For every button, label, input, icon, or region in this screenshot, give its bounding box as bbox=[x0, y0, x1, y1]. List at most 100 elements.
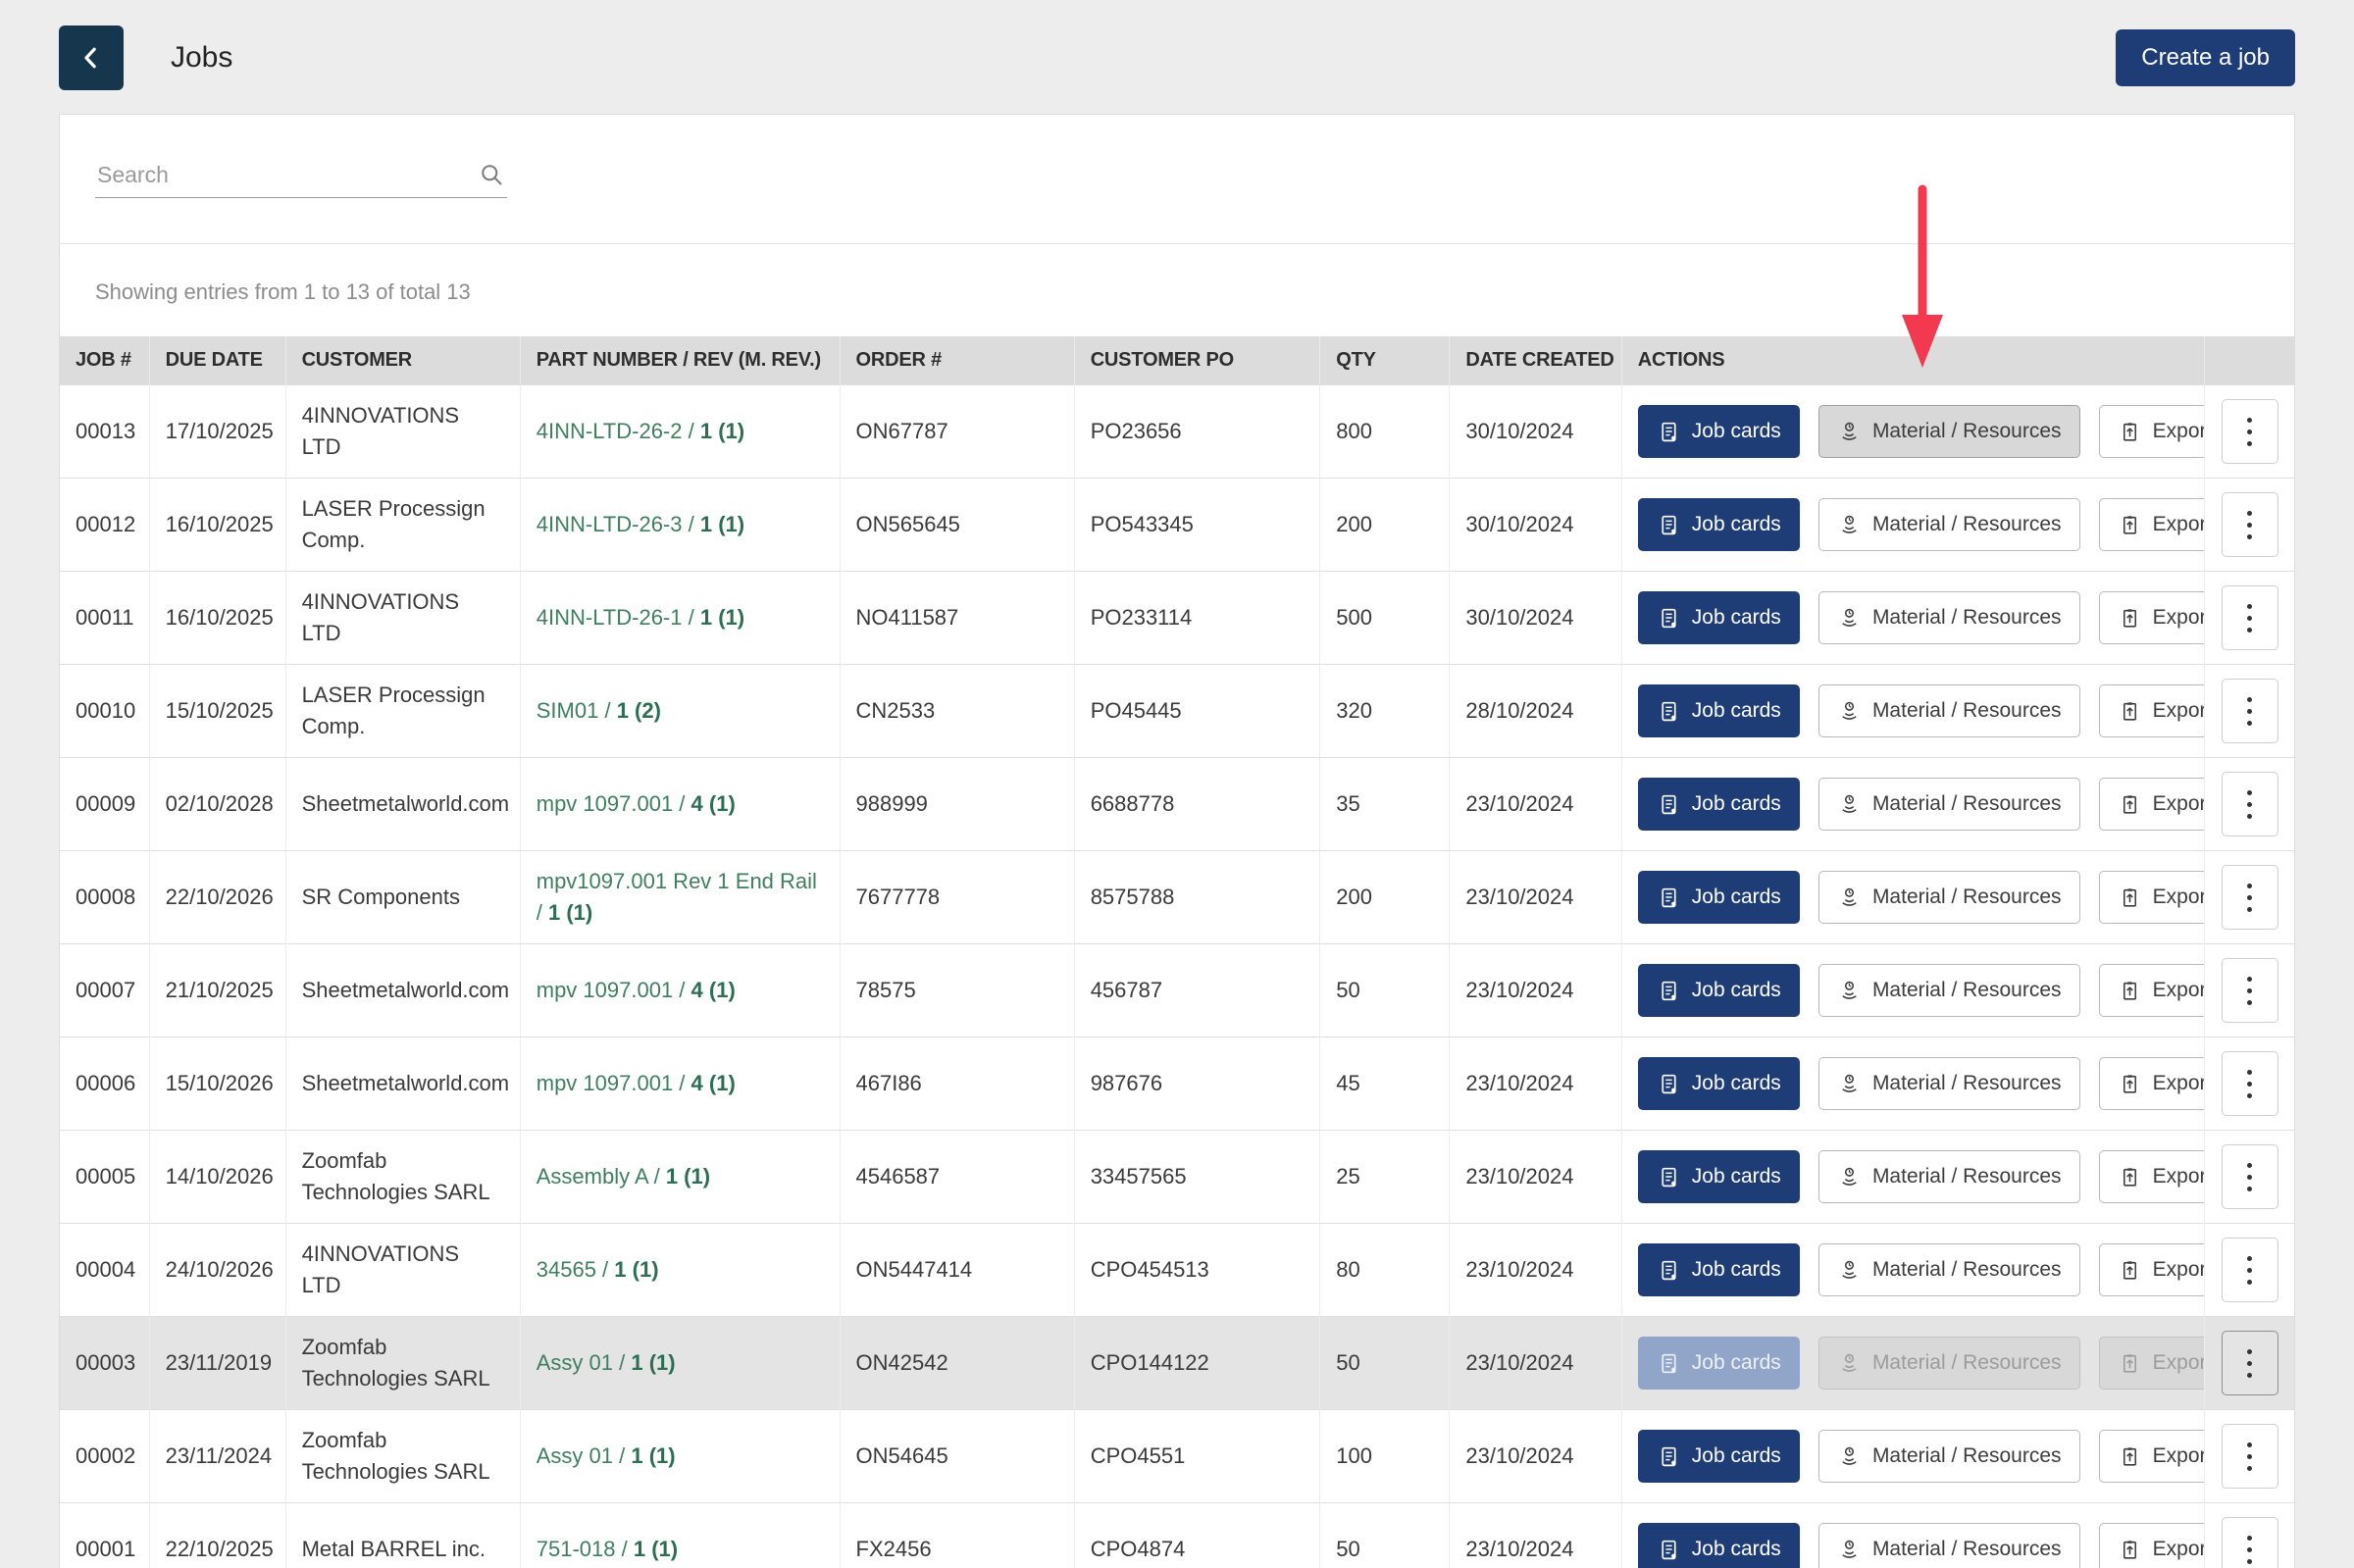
row-menu-button[interactable] bbox=[2222, 679, 2278, 743]
job-number-cell: 00009 bbox=[60, 758, 149, 851]
row-menu-button[interactable] bbox=[2222, 1144, 2278, 1209]
row-menu-button[interactable] bbox=[2222, 958, 2278, 1023]
material-resources-button[interactable]: Material / Resources bbox=[1818, 1243, 2080, 1296]
date-created-cell: 23/10/2024 bbox=[1450, 1503, 1621, 1568]
customer-cell: LASER Processign Comp. bbox=[285, 479, 520, 572]
job-cards-button[interactable]: Job cards bbox=[1638, 1337, 1800, 1390]
vertical-ellipsis-icon bbox=[2247, 884, 2252, 888]
export-part-button[interactable]: Export part bbox=[2099, 1243, 2205, 1296]
row-menu-cell bbox=[2205, 944, 2294, 1037]
due-date-cell: 21/10/2025 bbox=[149, 944, 285, 1037]
part-link[interactable]: 34565 / 1 (1) bbox=[537, 1257, 659, 1282]
row-menu-button[interactable] bbox=[2222, 399, 2278, 464]
job-number-cell: 00013 bbox=[60, 385, 149, 479]
material-resources-button[interactable]: Material / Resources bbox=[1818, 684, 2080, 737]
customer-cell: Zoomfab Technologies SARL bbox=[285, 1317, 520, 1410]
job-cards-button[interactable]: Job cards bbox=[1638, 1430, 1800, 1483]
create-job-button[interactable]: Create a job bbox=[2116, 29, 2295, 86]
order-number-cell: NO411587 bbox=[840, 572, 1074, 665]
job-cards-button[interactable]: Job cards bbox=[1638, 1057, 1800, 1110]
back-button[interactable] bbox=[59, 25, 124, 90]
job-cards-button[interactable]: Job cards bbox=[1638, 498, 1800, 551]
material-resources-button[interactable]: Material / Resources bbox=[1818, 871, 2080, 924]
table-row: 00001 22/10/2025 Metal BARREL inc. 751-0… bbox=[60, 1503, 2294, 1568]
jobs-table: JOB #DUE DATECUSTOMERPART NUMBER / REV (… bbox=[60, 336, 2294, 1568]
search-input[interactable] bbox=[95, 156, 507, 198]
part-link[interactable]: SIM01 / 1 (2) bbox=[537, 698, 661, 723]
export-part-button[interactable]: Export part bbox=[2099, 1337, 2205, 1390]
row-menu-button[interactable] bbox=[2222, 1051, 2278, 1116]
magnifier-icon[interactable] bbox=[478, 161, 505, 188]
customer-po-cell: CPO4551 bbox=[1074, 1410, 1320, 1503]
export-part-button[interactable]: Export part bbox=[2099, 498, 2205, 551]
job-cards-button[interactable]: Job cards bbox=[1638, 1150, 1800, 1203]
material-resources-button[interactable]: Material / Resources bbox=[1818, 1523, 2080, 1568]
part-link[interactable]: 751-018 / 1 (1) bbox=[537, 1537, 678, 1561]
material-resources-button[interactable]: Material / Resources bbox=[1818, 1430, 2080, 1483]
date-created-cell: 23/10/2024 bbox=[1450, 1224, 1621, 1317]
job-card-icon bbox=[1657, 885, 1681, 910]
part-link[interactable]: mpv 1097.001 / 4 (1) bbox=[537, 1071, 736, 1095]
date-created-cell: 23/10/2024 bbox=[1450, 944, 1621, 1037]
part-link[interactable]: mpv 1097.001 / 4 (1) bbox=[537, 791, 736, 816]
export-part-button[interactable]: Export part bbox=[2099, 964, 2205, 1017]
export-part-button[interactable]: Export part bbox=[2099, 591, 2205, 644]
export-part-button[interactable]: Export part bbox=[2099, 871, 2205, 924]
part-link[interactable]: Assembly A / 1 (1) bbox=[537, 1164, 710, 1189]
job-cards-button[interactable]: Job cards bbox=[1638, 871, 1800, 924]
job-cards-button[interactable]: Job cards bbox=[1638, 1243, 1800, 1296]
part-link[interactable]: mpv1097.001 Rev 1 End Rail / 1 (1) bbox=[537, 869, 817, 925]
due-date-cell: 24/10/2026 bbox=[149, 1224, 285, 1317]
part-link[interactable]: Assy 01 / 1 (1) bbox=[537, 1350, 676, 1375]
row-menu-button[interactable] bbox=[2222, 865, 2278, 930]
material-resources-button[interactable]: Material / Resources bbox=[1818, 1057, 2080, 1110]
upload-box-icon bbox=[2118, 979, 2142, 1003]
export-part-button[interactable]: Export part bbox=[2099, 405, 2205, 458]
export-part-button[interactable]: Export part bbox=[2099, 1057, 2205, 1110]
material-resources-button[interactable]: Material / Resources bbox=[1818, 591, 2080, 644]
row-menu-button[interactable] bbox=[2222, 1424, 2278, 1489]
part-link[interactable]: 4INN-LTD-26-1 / 1 (1) bbox=[537, 605, 744, 630]
date-created-cell: 23/10/2024 bbox=[1450, 1037, 1621, 1131]
material-resources-button[interactable]: Material / Resources bbox=[1818, 498, 2080, 551]
material-resources-button[interactable]: Material / Resources bbox=[1818, 964, 2080, 1017]
row-menu-button[interactable] bbox=[2222, 772, 2278, 836]
quantity-cell: 80 bbox=[1320, 1224, 1450, 1317]
job-cards-button[interactable]: Job cards bbox=[1638, 1523, 1800, 1568]
quantity-cell: 50 bbox=[1320, 944, 1450, 1037]
vertical-ellipsis-icon bbox=[2247, 1256, 2252, 1261]
part-link[interactable]: mpv 1097.001 / 4 (1) bbox=[537, 978, 736, 1002]
job-cards-button[interactable]: Job cards bbox=[1638, 405, 1800, 458]
export-part-button[interactable]: Export part bbox=[2099, 684, 2205, 737]
material-resources-button[interactable]: Material / Resources bbox=[1818, 1337, 2080, 1390]
row-menu-cell bbox=[2205, 1037, 2294, 1131]
row-menu-button[interactable] bbox=[2222, 585, 2278, 650]
upload-box-icon bbox=[2118, 1258, 2142, 1283]
due-date-cell: 23/11/2019 bbox=[149, 1317, 285, 1410]
job-card-icon bbox=[1657, 1072, 1681, 1096]
export-part-button[interactable]: Export part bbox=[2099, 778, 2205, 831]
actions-cell: Job cards Material / Resources bbox=[1621, 758, 2205, 851]
export-part-button[interactable]: Export part bbox=[2099, 1523, 2205, 1568]
part-link[interactable]: 4INN-LTD-26-3 / 1 (1) bbox=[537, 512, 744, 536]
row-menu-cell bbox=[2205, 851, 2294, 944]
material-resources-button[interactable]: Material / Resources bbox=[1818, 1150, 2080, 1203]
job-cards-button[interactable]: Job cards bbox=[1638, 684, 1800, 737]
row-menu-button[interactable] bbox=[2222, 1331, 2278, 1395]
row-menu-button[interactable] bbox=[2222, 492, 2278, 557]
row-menu-cell bbox=[2205, 1131, 2294, 1224]
part-link[interactable]: 4INN-LTD-26-2 / 1 (1) bbox=[537, 419, 744, 443]
row-menu-cell bbox=[2205, 1317, 2294, 1410]
job-cards-button[interactable]: Job cards bbox=[1638, 964, 1800, 1017]
actions-cell: Job cards Material / Resources bbox=[1621, 944, 2205, 1037]
row-menu-button[interactable] bbox=[2222, 1238, 2278, 1302]
job-cards-button[interactable]: Job cards bbox=[1638, 591, 1800, 644]
customer-cell: 4INNOVATIONS LTD bbox=[285, 385, 520, 479]
export-part-button[interactable]: Export part bbox=[2099, 1430, 2205, 1483]
material-resources-button[interactable]: Material / Resources bbox=[1818, 778, 2080, 831]
job-cards-button[interactable]: Job cards bbox=[1638, 778, 1800, 831]
material-resources-button[interactable]: Material / Resources bbox=[1818, 405, 2080, 458]
row-menu-button[interactable] bbox=[2222, 1517, 2278, 1568]
part-link[interactable]: Assy 01 / 1 (1) bbox=[537, 1443, 676, 1468]
export-part-button[interactable]: Export part bbox=[2099, 1150, 2205, 1203]
